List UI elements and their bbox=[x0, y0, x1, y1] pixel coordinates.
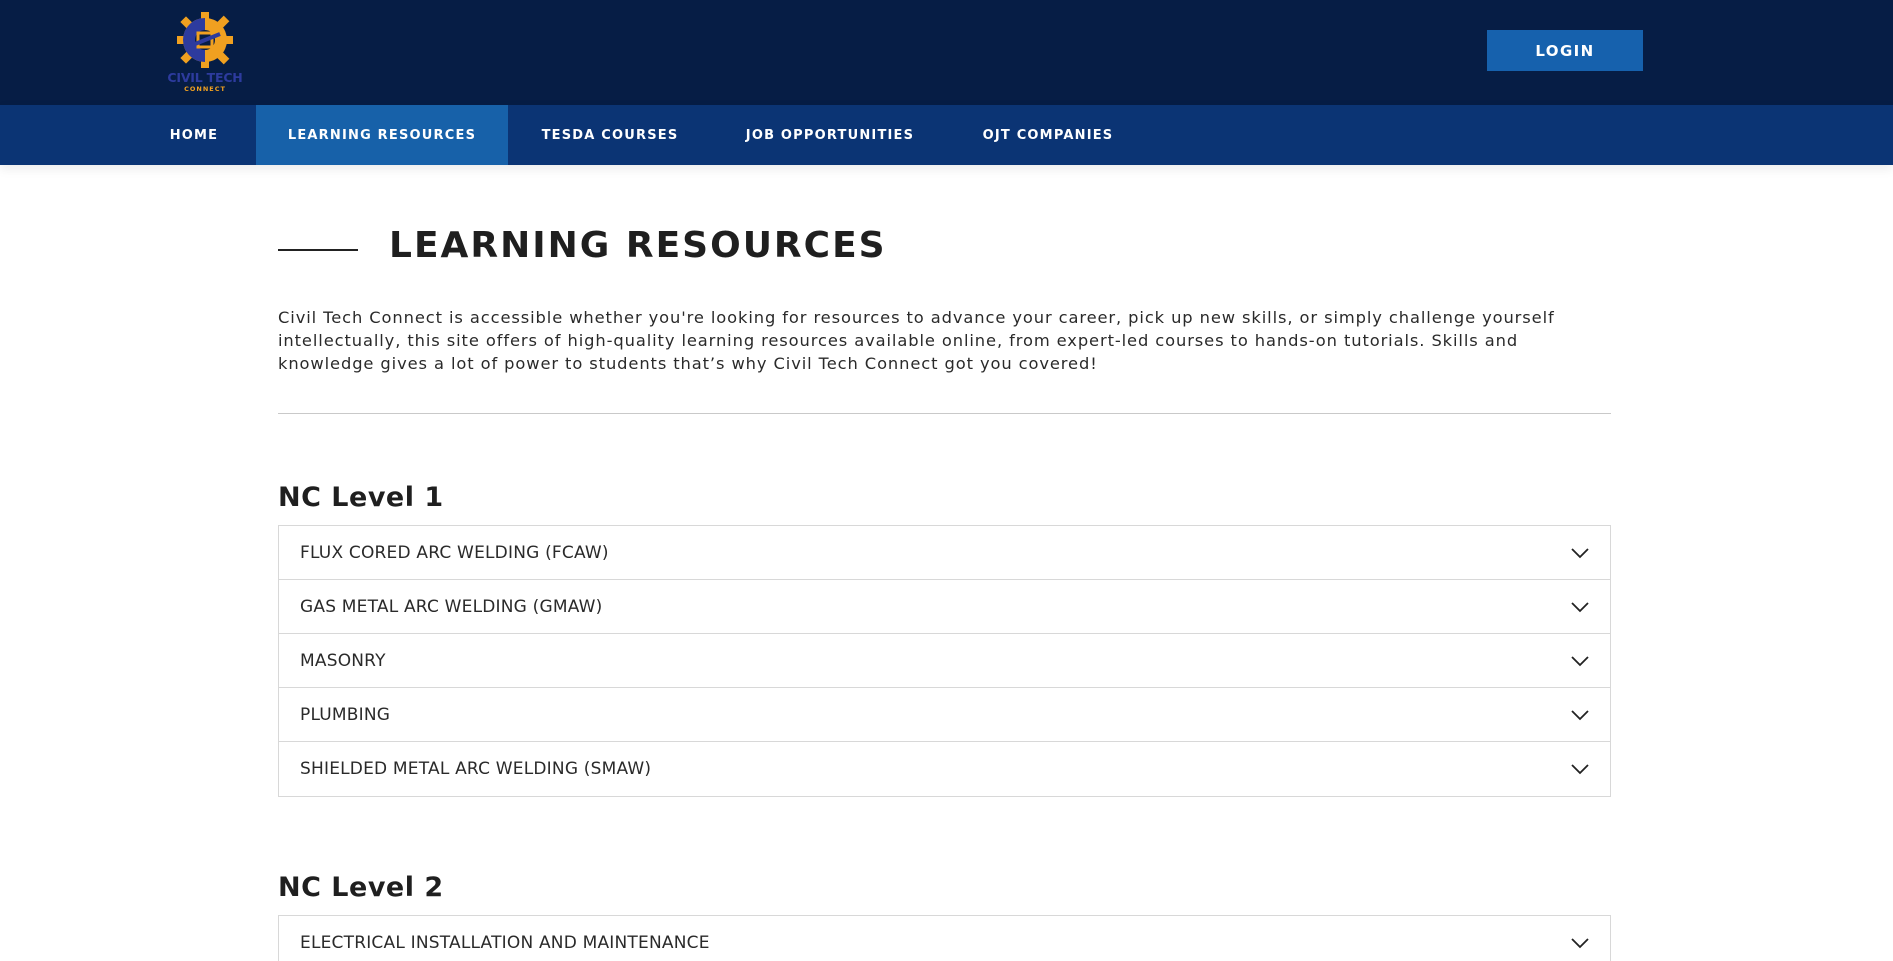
login-button[interactable]: LOGIN bbox=[1487, 30, 1643, 71]
chevron-down-icon bbox=[1571, 938, 1589, 949]
page-title: LEARNING RESOURCES bbox=[389, 225, 887, 266]
logo-text: CIVIL TECH bbox=[167, 70, 243, 85]
nav-item-learning-resources[interactable]: LEARNING RESOURCES bbox=[256, 105, 508, 165]
top-header: CIVIL TECH CONNECT LOGIN bbox=[0, 0, 1893, 105]
main-nav: HOME LEARNING RESOURCES TESDA COURSES JO… bbox=[0, 105, 1893, 165]
accordion-item-label: ELECTRICAL INSTALLATION AND MAINTENANCE bbox=[300, 933, 710, 953]
accordion-item-label: MASONRY bbox=[300, 650, 386, 671]
chevron-down-icon bbox=[1571, 709, 1589, 720]
logo-subtext: CONNECT bbox=[184, 85, 226, 93]
level-1-heading: NC Level 1 bbox=[278, 482, 444, 513]
accordion-item-label: GAS METAL ARC WELDING (GMAW) bbox=[300, 596, 603, 617]
accordion-item-plumbing[interactable]: PLUMBING bbox=[279, 688, 1610, 742]
section-divider bbox=[278, 413, 1611, 414]
accordion-item-fcaw[interactable]: FLUX CORED ARC WELDING (FCAW) bbox=[279, 526, 1610, 580]
chevron-down-icon bbox=[1571, 547, 1589, 558]
accordion-item-label: PLUMBING bbox=[300, 704, 391, 725]
level-2-accordion: ELECTRICAL INSTALLATION AND MAINTENANCE bbox=[278, 915, 1611, 961]
nav-item-tesda-courses[interactable]: TESDA COURSES bbox=[530, 105, 690, 165]
chevron-down-icon bbox=[1571, 764, 1589, 775]
accordion-item-label: SHIELDED METAL ARC WELDING (SMAW) bbox=[300, 759, 652, 779]
accordion-item-electrical[interactable]: ELECTRICAL INSTALLATION AND MAINTENANCE bbox=[279, 916, 1610, 961]
title-rule bbox=[278, 249, 358, 251]
level-2-heading: NC Level 2 bbox=[278, 872, 444, 903]
accordion-item-masonry[interactable]: MASONRY bbox=[279, 634, 1610, 688]
nav-item-ojt-companies[interactable]: OJT COMPANIES bbox=[978, 105, 1118, 165]
gear-logo-icon bbox=[177, 12, 233, 68]
nav-item-job-opportunities[interactable]: JOB OPPORTUNITIES bbox=[742, 105, 918, 165]
chevron-down-icon bbox=[1571, 655, 1589, 666]
level-1-accordion: FLUX CORED ARC WELDING (FCAW) GAS METAL … bbox=[278, 525, 1611, 797]
accordion-item-gmaw[interactable]: GAS METAL ARC WELDING (GMAW) bbox=[279, 580, 1610, 634]
chevron-down-icon bbox=[1571, 601, 1589, 612]
nav-item-home[interactable]: HOME bbox=[150, 105, 238, 165]
intro-paragraph: Civil Tech Connect is accessible whether… bbox=[278, 308, 1555, 373]
accordion-item-smaw[interactable]: SHIELDED METAL ARC WELDING (SMAW) bbox=[279, 742, 1610, 796]
accordion-item-label: FLUX CORED ARC WELDING (FCAW) bbox=[300, 542, 609, 563]
site-logo[interactable]: CIVIL TECH CONNECT bbox=[160, 6, 250, 96]
